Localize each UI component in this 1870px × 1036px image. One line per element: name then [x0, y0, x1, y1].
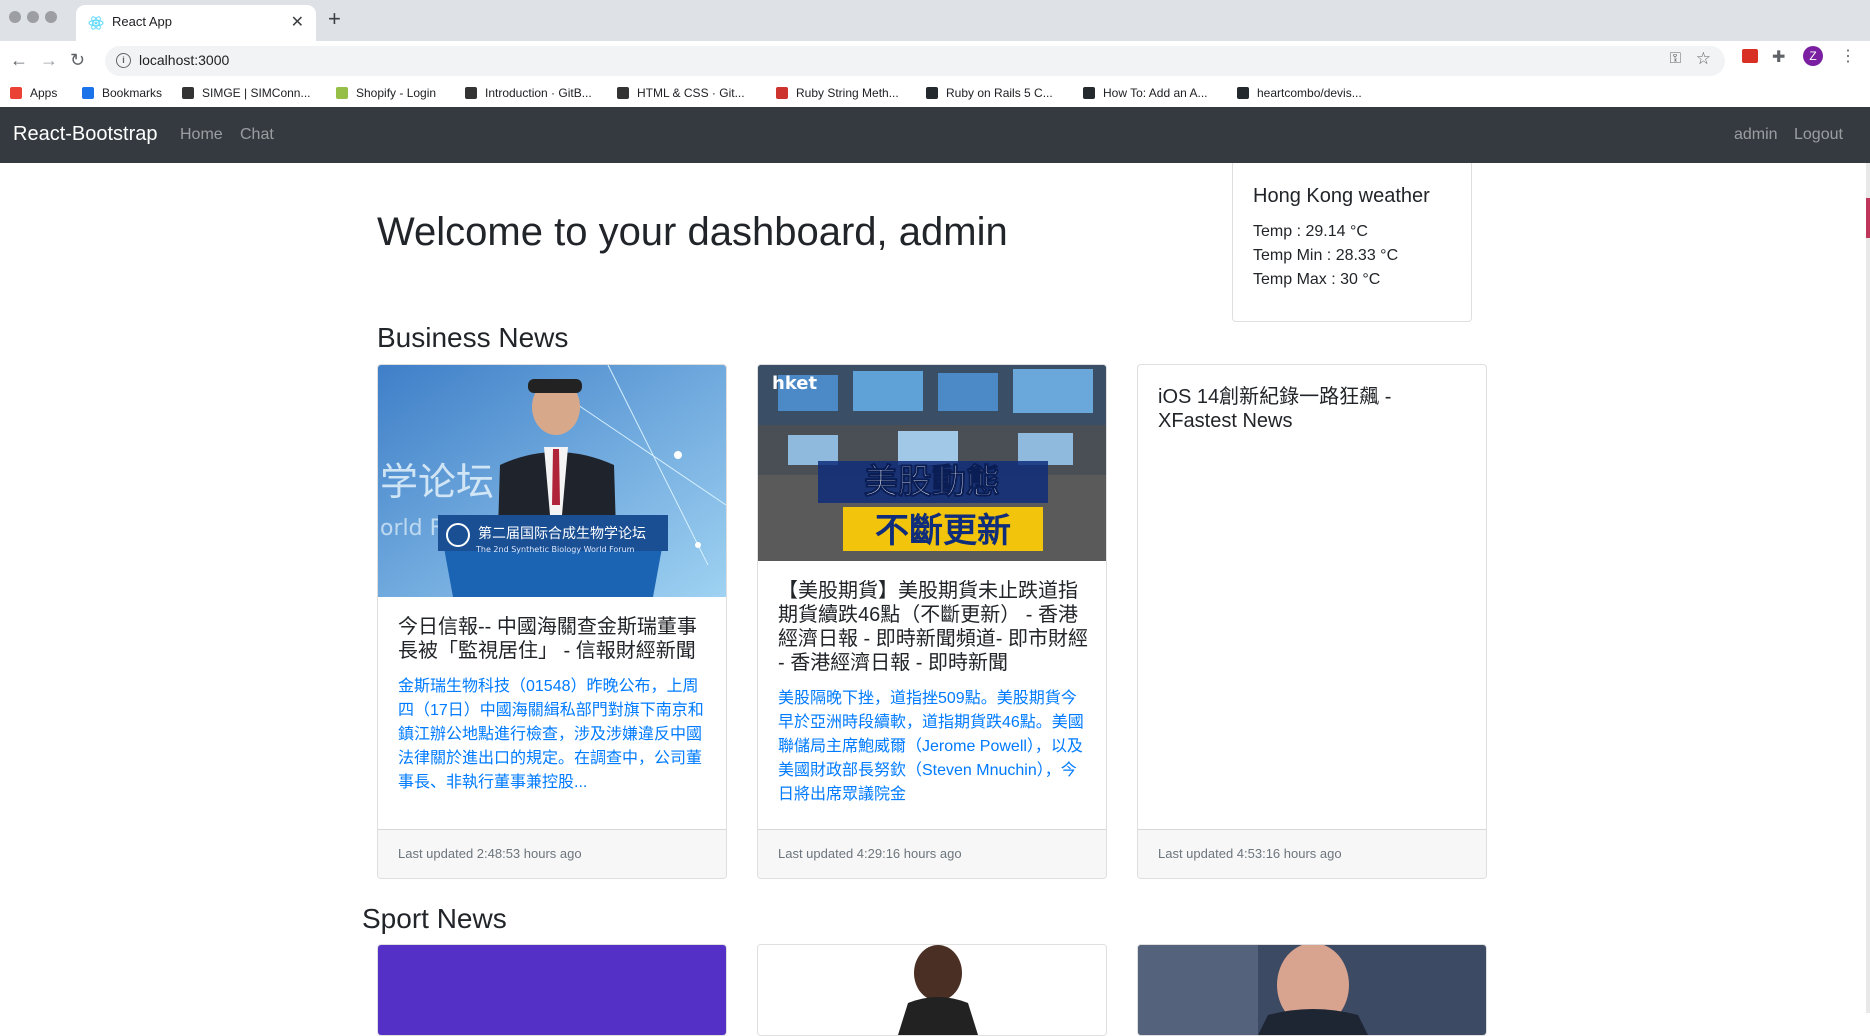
nav-user[interactable]: admin — [1734, 126, 1778, 144]
browser-tab[interactable]: React App ✕ — [76, 5, 316, 41]
bookmark-item[interactable]: Ruby on Rails 5 C... — [926, 86, 1053, 100]
news-card-updated: Last updated 4:29:16 hours ago — [778, 846, 962, 861]
news-card-updated: Last updated 2:48:53 hours ago — [398, 846, 582, 861]
book-icon — [617, 87, 629, 99]
sport-news-card[interactable] — [1137, 944, 1487, 1036]
scrollbar-marker — [1866, 198, 1870, 238]
news-card-image — [378, 945, 726, 1035]
address-url[interactable]: localhost:3000 — [139, 52, 229, 68]
page-scrollbar[interactable] — [1866, 163, 1870, 1013]
svg-text:美股動態: 美股動態 — [864, 462, 1000, 502]
puzzle-extensions-icon[interactable]: ✚ — [1772, 47, 1785, 67]
apps-grid-icon — [10, 87, 22, 99]
news-card-updated: Last updated 4:53:16 hours ago — [1158, 846, 1342, 861]
bookmarks-bar: Apps Bookmarks SIMGE | SIMConn... Shopify -… — [0, 81, 1870, 108]
svg-text:hket: hket — [772, 373, 818, 394]
browser-toolbar: ← → ↻ i localhost:3000 ⚿ ☆ ✚ Z ⋮ — [0, 41, 1870, 81]
app-navbar: React-Bootstrap Home Chat admin Logout — [0, 107, 1870, 163]
bookmark-label: How To: Add an A... — [1103, 86, 1208, 100]
star-icon — [82, 87, 94, 99]
news-card-title[interactable]: iOS 14創新紀錄一路狂飆 - XFastest News — [1158, 385, 1468, 433]
bookmark-item[interactable]: SIMGE | SIMConn... — [182, 86, 310, 100]
news-card[interactable]: iOS 14創新紀錄一路狂飆 - XFastest News Last upda… — [1137, 364, 1487, 879]
sport-news-heading: Sport News — [362, 903, 507, 934]
news-card-title[interactable]: 【美股期貨】美股期貨未止跌道指期貨續跌46點（不斷更新） - 香港經濟日報 - … — [778, 579, 1088, 675]
bookmark-label: Bookmarks — [102, 86, 163, 100]
minimize-window-icon[interactable] — [27, 11, 39, 23]
weather-temp-min: Temp Min : 28.33 °C — [1253, 247, 1399, 264]
bookmark-item[interactable]: Introduction · GitB... — [465, 86, 592, 100]
react-logo-icon — [88, 16, 104, 30]
news-card-footer: Last updated 4:29:16 hours ago — [758, 829, 1106, 878]
bookmark-label: Ruby String Meth... — [796, 86, 899, 100]
navbar-brand[interactable]: React-Bootstrap — [13, 123, 158, 146]
book-icon — [465, 87, 477, 99]
reload-icon[interactable]: ↻ — [70, 50, 85, 71]
news-card[interactable]: 学论坛 orld Fo 第二届国际合成生物学论坛 The 2nd Synthet… — [377, 364, 727, 879]
svg-text:学论坛: 学论坛 — [380, 460, 494, 504]
github-icon — [926, 87, 938, 99]
github-icon — [1237, 87, 1249, 99]
podium-caption: 第二届国际合成生物学论坛 — [478, 525, 646, 542]
globe-icon — [182, 87, 194, 99]
shopify-icon — [336, 87, 348, 99]
page-title: Welcome to your dashboard, admin — [377, 210, 1008, 254]
new-tab-icon[interactable]: + — [328, 6, 341, 32]
weather-temp-max: Temp Max : 30 °C — [1253, 271, 1381, 288]
sport-news-card[interactable] — [757, 944, 1107, 1036]
svg-text:不斷更新: 不斷更新 — [875, 511, 1011, 551]
bookmark-label: Shopify - Login — [356, 86, 437, 100]
bookmark-label: Apps — [30, 86, 58, 100]
news-card-image — [1138, 945, 1486, 1035]
bookmark-item[interactable]: heartcombo/devis... — [1237, 86, 1362, 100]
business-news-heading: Business News — [377, 322, 569, 353]
news-card[interactable]: hket 美股動態 不斷更新 【美股期貨】美股期貨未止跌道指期貨續跌46點（不斷… — [757, 364, 1107, 879]
bookmark-item[interactable]: Ruby String Meth... — [776, 86, 899, 100]
browser-tabstrip: React App ✕ + — [0, 0, 1870, 41]
news-card-title[interactable]: 今日信報-- 中國海關查金斯瑞董事長被「監視居住」 - 信報財經新聞 — [398, 615, 708, 663]
bookmark-item[interactable]: Bookmarks — [82, 86, 162, 100]
maximize-window-icon[interactable] — [45, 11, 57, 23]
news-card-image: 学论坛 orld Fo 第二届国际合成生物学论坛 The 2nd Synthet… — [378, 365, 726, 597]
bookmark-item[interactable]: Apps — [10, 86, 57, 100]
site-info-icon[interactable]: i — [116, 53, 131, 68]
weather-title: Hong Kong weather — [1253, 185, 1430, 207]
nav-link-chat[interactable]: Chat — [240, 126, 274, 144]
github-icon — [1083, 87, 1095, 99]
close-window-icon[interactable] — [9, 11, 21, 23]
news-card-text[interactable]: 金斯瑞生物科技（01548）昨晚公布，上周四（17日）中國海關緝私部門對旗下南京… — [398, 675, 708, 795]
sport-news-card[interactable] — [377, 944, 727, 1036]
weather-card: Hong Kong weather Temp : 29.14 °C Temp M… — [1232, 163, 1472, 322]
nav-logout[interactable]: Logout — [1794, 126, 1843, 144]
news-card-footer: Last updated 4:53:16 hours ago — [1138, 829, 1486, 878]
news-card-text[interactable]: 美股隔晚下挫，道指挫509點。美股期貨今早於亞洲時段續軟，道指期貨跌46點。美國… — [778, 687, 1088, 807]
ruby-icon — [776, 87, 788, 99]
bookmark-item[interactable]: How To: Add an A... — [1083, 86, 1208, 100]
password-key-icon[interactable]: ⚿ — [1670, 50, 1681, 67]
browser-menu-icon[interactable]: ⋮ — [1840, 46, 1856, 66]
back-icon[interactable]: ← — [10, 50, 28, 71]
address-bar[interactable]: i localhost:3000 ⚿ ☆ — [105, 46, 1725, 76]
bookmark-item[interactable]: HTML & CSS · Git... — [617, 86, 745, 100]
forward-icon[interactable]: → — [40, 50, 58, 71]
svg-text:The 2nd Synthetic Biology Worl: The 2nd Synthetic Biology World Forum — [475, 545, 635, 554]
bookmark-label: HTML & CSS · Git... — [637, 86, 745, 100]
news-card-footer: Last updated 2:48:53 hours ago — [378, 829, 726, 878]
weather-temp: Temp : 29.14 °C — [1253, 223, 1368, 240]
profile-avatar[interactable]: Z — [1803, 46, 1823, 66]
news-card-image — [758, 945, 1106, 1035]
news-card-image: hket 美股動態 不斷更新 — [758, 365, 1106, 561]
bookmark-item[interactable]: Shopify - Login — [336, 86, 436, 100]
bookmark-label: heartcombo/devis... — [1257, 86, 1362, 100]
bookmark-star-icon[interactable]: ☆ — [1696, 49, 1711, 69]
close-tab-icon[interactable]: ✕ — [291, 12, 304, 32]
nav-link-home[interactable]: Home — [180, 126, 223, 144]
bookmark-label: Ruby on Rails 5 C... — [946, 86, 1053, 100]
bookmark-label: SIMGE | SIMConn... — [202, 86, 311, 100]
tab-title: React App — [112, 14, 172, 29]
extension-icon[interactable] — [1742, 49, 1758, 63]
bookmark-label: Introduction · GitB... — [485, 86, 592, 100]
